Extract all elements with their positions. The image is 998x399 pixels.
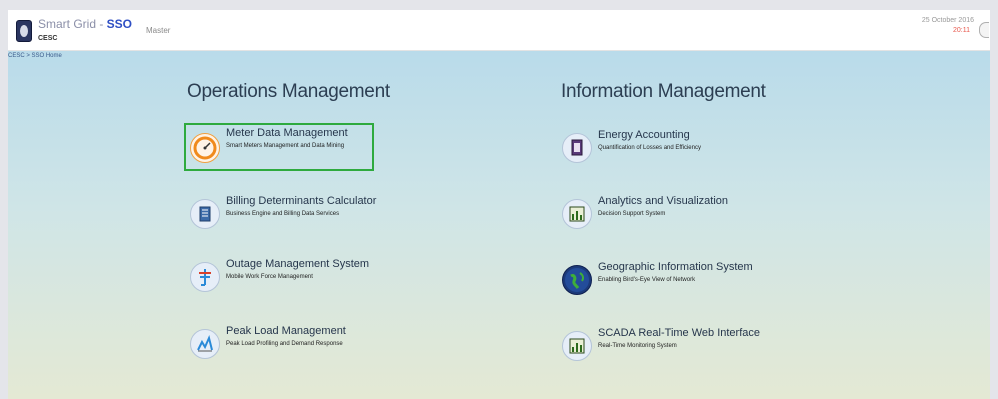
tile-title: SCADA Real-Time Web Interface [598,327,761,339]
tile-subtitle: Real-Time Monitoring System [598,343,677,349]
tile-subtitle: Business Engine and Billing Data Service… [226,211,340,217]
main-panel: CESC > SSO Home Operations Management In… [8,51,990,399]
app-title-sso: SSO [106,17,133,31]
power-tower-icon [190,262,220,292]
tile-analytics-and-visualization[interactable]: Analytics and Visualization Decision Sup… [558,193,758,241]
tile-outage-management-system[interactable]: Outage Management System Mobile Work For… [186,256,386,304]
tile-title: Analytics and Visualization [598,195,729,207]
tile-subtitle: Smart Meters Management and Data Mining [226,143,345,149]
tile-scada-real-time-web-interface[interactable]: SCADA Real-Time Web Interface Real-Time … [558,325,761,373]
monitor-chart-icon [562,331,592,361]
cesc-logo-icon[interactable] [16,20,32,42]
tile-subtitle: Quantification of Losses and Efficiency [598,145,701,151]
header-date: 25 October 2016 [921,17,974,24]
tile-title: Billing Determinants Calculator [226,195,377,207]
document-icon [190,199,220,229]
breadcrumb[interactable]: CESC > SSO Home [8,53,62,59]
tile-title: Geographic Information System [598,261,753,273]
clipboard-icon [562,133,592,163]
tile-subtitle: Enabling Bird's-Eye View of Network [598,277,696,283]
org-label: CESC [38,35,58,42]
peak-chart-icon [190,329,220,359]
section-title-operations: Operations Management [187,81,390,102]
app-frame: Smart Grid - SSO CESC Master 25 October … [8,10,990,399]
app-title-prefix: Smart Grid - [38,17,107,31]
user-menu-icon[interactable] [979,22,989,38]
tile-subtitle: Decision Support System [598,211,666,217]
header-time: 20:11 [953,27,970,34]
tile-title: Outage Management System [226,258,370,270]
tile-energy-accounting[interactable]: Energy Accounting Quantification of Loss… [558,127,758,175]
tile-billing-determinants-calculator[interactable]: Billing Determinants Calculator Business… [186,193,386,241]
tile-geographic-information-system[interactable]: Geographic Information System Enabling B… [558,259,758,307]
tile-subtitle: Mobile Work Force Management [226,274,313,280]
globe-icon [562,265,592,295]
top-bar: Smart Grid - SSO CESC Master 25 October … [8,10,990,51]
menu-master[interactable]: Master [146,26,170,35]
tile-peak-load-management[interactable]: Peak Load Management Peak Load Profiling… [186,323,386,371]
tile-title: Meter Data Management [226,127,348,139]
speedometer-icon [190,133,220,163]
tile-meter-data-management[interactable]: Meter Data Management Smart Meters Manag… [184,123,374,171]
bar-chart-icon [562,199,592,229]
tile-title: Energy Accounting [598,129,690,141]
tile-subtitle: Peak Load Profiling and Demand Response [226,341,343,347]
section-title-information: Information Management [561,81,766,102]
tile-title: Peak Load Management [226,325,346,337]
app-title[interactable]: Smart Grid - SSO [38,17,132,31]
